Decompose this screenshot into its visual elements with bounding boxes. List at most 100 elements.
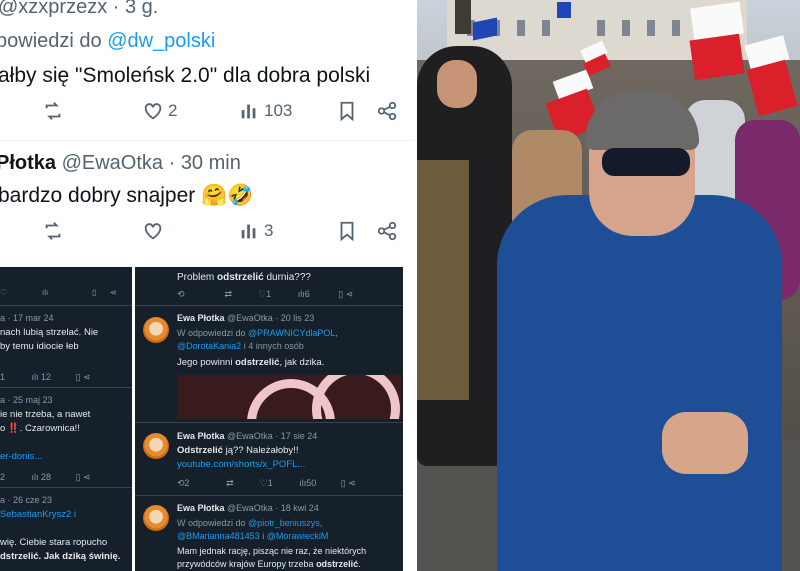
reply-prefix: powiedzi do bbox=[0, 30, 108, 52]
author-meta: @EwaOtka · 20 lis 23 bbox=[227, 313, 315, 323]
mini-divider bbox=[135, 495, 403, 496]
eu-flag bbox=[557, 2, 571, 18]
left-item-2-meta: a · 25 maj 23 bbox=[0, 395, 53, 405]
retweet-button[interactable] bbox=[42, 100, 64, 122]
reply-prefix: W odpowiedzi do bbox=[177, 518, 249, 528]
mini-divider bbox=[0, 305, 132, 306]
right-post-3-body-2: przywódców krajów Europy trzeba odstrzel… bbox=[177, 559, 361, 569]
views-count: 3 bbox=[264, 221, 274, 240]
mini-divider bbox=[0, 487, 132, 488]
right-post-1-body: Jego powinni odstrzelić, jak dzika. bbox=[177, 357, 324, 368]
left-item-1-meta: a · 17 mar 24 bbox=[0, 313, 54, 323]
tweet-2-actions: 3 bbox=[0, 220, 414, 250]
right-post-1-header: Ewa Płotka @EwaOtka · 20 lis 23 bbox=[177, 313, 314, 323]
author-meta: @EwaOtka · 18 kwi 24 bbox=[227, 503, 319, 513]
share-button[interactable] bbox=[376, 100, 398, 122]
bookmark-button[interactable] bbox=[336, 220, 358, 242]
body-highlight: odstrzelić bbox=[235, 357, 280, 368]
body-b: . bbox=[358, 559, 361, 569]
person-left-edge bbox=[417, 160, 469, 400]
mini-share-icon[interactable]: ⋖ bbox=[110, 288, 117, 297]
like-count: 2 bbox=[168, 101, 178, 120]
reply-target-link[interactable]: @dw_polski bbox=[107, 30, 215, 52]
views-icon bbox=[241, 224, 256, 239]
left-item-1-line-1: nach lubią strzelać. Nie bbox=[0, 327, 99, 338]
body-b: , jak dzika. bbox=[279, 357, 325, 368]
body-highlight: Odstrzelić bbox=[177, 445, 223, 456]
right-post-3-reply-2: @BMarianna481453 i @MorawieckiM bbox=[177, 531, 328, 541]
left-item-3-link[interactable]: SebastianKrysz2 i bbox=[0, 509, 76, 520]
reply-link[interactable]: @DorotaKania2 bbox=[177, 341, 241, 351]
share-button[interactable] bbox=[376, 220, 398, 242]
right-post-2-body: Odstrzelić ją?? Należałoby!! bbox=[177, 445, 298, 456]
mini-views-icon[interactable]: ılı bbox=[42, 288, 48, 297]
mini-divider bbox=[135, 305, 403, 306]
right-post-1-reply-2: @DorotaKania2 i 4 innych osób bbox=[177, 341, 304, 351]
right-post-2-link[interactable]: youtube.com/shorts/x_POFL... bbox=[177, 459, 305, 470]
views-icon bbox=[241, 104, 256, 119]
retweet-icon bbox=[45, 102, 61, 120]
like-button[interactable] bbox=[142, 220, 164, 242]
tweet-2-handle[interactable]: @EwaOtka · 30 min bbox=[62, 152, 241, 174]
reply-link[interactable]: @MorawieckiM bbox=[267, 531, 329, 541]
left-item-1-actions: 1 ılı 12 ▯ ⋖ bbox=[0, 372, 91, 382]
left-item-2-link[interactable]: er-donis... bbox=[0, 451, 42, 462]
author-name[interactable]: Ewa Płotka bbox=[177, 503, 225, 513]
tweets-collage: @xzxprzezx · 3 g. powiedzi do @dw_polski… bbox=[0, 0, 414, 571]
tweet-2-body: bardzo dobry snajper 🤗🤣 bbox=[0, 184, 254, 207]
reply-link[interactable]: @PRAWNICYdlaPOL bbox=[248, 328, 335, 338]
reply-suffix: i 4 innych osób bbox=[241, 341, 304, 351]
man-face bbox=[437, 60, 477, 108]
thumbnail-shape bbox=[312, 375, 400, 419]
mini-views-count: 50 bbox=[306, 478, 317, 488]
author-name[interactable]: Ewa Płotka bbox=[177, 313, 225, 323]
dark-panel-left: ♡ ılı ▯ ⋖ a · 17 mar 24 nach lubią strze… bbox=[0, 267, 132, 571]
like-button[interactable]: 2 bbox=[142, 100, 177, 122]
left-item-2-actions: 2 ılı 28 ▯ ⋖ bbox=[0, 472, 91, 482]
body-a: Jego powinni bbox=[177, 357, 236, 368]
author-meta: @EwaOtka · 17 sie 24 bbox=[227, 431, 318, 441]
mini-views-count: 12 bbox=[41, 372, 52, 382]
bookmark-button[interactable] bbox=[336, 100, 358, 122]
avatar[interactable] bbox=[143, 505, 169, 531]
avatar[interactable] bbox=[143, 433, 169, 459]
video-thumbnail[interactable] bbox=[177, 375, 401, 419]
left-item-2-line-2: o ‼️. Czarownica!! bbox=[0, 423, 80, 434]
sunglasses bbox=[602, 148, 690, 176]
right-post-2-header: Ewa Płotka @EwaOtka · 17 sie 24 bbox=[177, 431, 317, 441]
views-button[interactable]: 103 bbox=[238, 100, 292, 122]
dark-panel-right: Problem odstrzelić durnia??? ⟲ ⇄ ♡1 ılı6 ▯… bbox=[135, 267, 403, 571]
heart-icon bbox=[144, 103, 162, 120]
bookmark-icon bbox=[340, 221, 354, 242]
reply-mid: i bbox=[259, 531, 267, 541]
top-text-b: durnia??? bbox=[263, 272, 311, 283]
reply-link[interactable]: @BMarianna481453 bbox=[177, 531, 260, 541]
tweet-2-author-name[interactable]: Płotka bbox=[0, 152, 56, 174]
right-top-text: Problem odstrzelić durnia??? bbox=[177, 272, 311, 283]
clasped-hands bbox=[662, 412, 748, 474]
author-name[interactable]: Ewa Płotka bbox=[177, 431, 225, 441]
woman-blue-jacket bbox=[497, 195, 782, 571]
tweet-1-actions: 2 103 bbox=[0, 100, 414, 130]
views-button[interactable]: 3 bbox=[238, 220, 273, 242]
mini-divider bbox=[0, 387, 132, 388]
reply-prefix: W odpowiedzi do bbox=[177, 328, 249, 338]
reply-link[interactable]: @piotr_beniuszys bbox=[248, 518, 320, 528]
tweet-1-reply-line: powiedzi do @dw_polski bbox=[0, 30, 215, 53]
mini-heart-icon[interactable]: ♡ bbox=[0, 288, 7, 297]
share-icon bbox=[377, 101, 397, 121]
mini-count: 2 bbox=[184, 478, 190, 488]
mini-bookmark-icon[interactable]: ▯ bbox=[92, 288, 96, 297]
top-text-a: Problem bbox=[177, 272, 218, 283]
tweet-1-body: ałby się "Smoleńsk 2.0" dla dobra polski bbox=[0, 64, 371, 87]
statue bbox=[455, 0, 471, 34]
left-item-3-line-1: wię. Ciebie stara ropucho bbox=[0, 537, 108, 548]
polish-flag bbox=[689, 33, 745, 81]
tweet-1-handle[interactable]: @xzxprzezx · 3 g. bbox=[0, 0, 158, 19]
retweet-button[interactable] bbox=[42, 220, 64, 242]
screenshot-collage: ♡ ılı ▯ ⋖ a · 17 mar 24 nach lubią strze… bbox=[0, 267, 414, 571]
right-post-1-reply: W odpowiedzi do @PRAWNICYdlaPOL, bbox=[177, 328, 338, 338]
right-post-3-body-1: Mam jednak rację, pisząc nie raz, że nie… bbox=[177, 546, 367, 556]
avatar[interactable] bbox=[143, 317, 169, 343]
right-post-3-header: Ewa Płotka @EwaOtka · 18 kwi 24 bbox=[177, 503, 319, 513]
